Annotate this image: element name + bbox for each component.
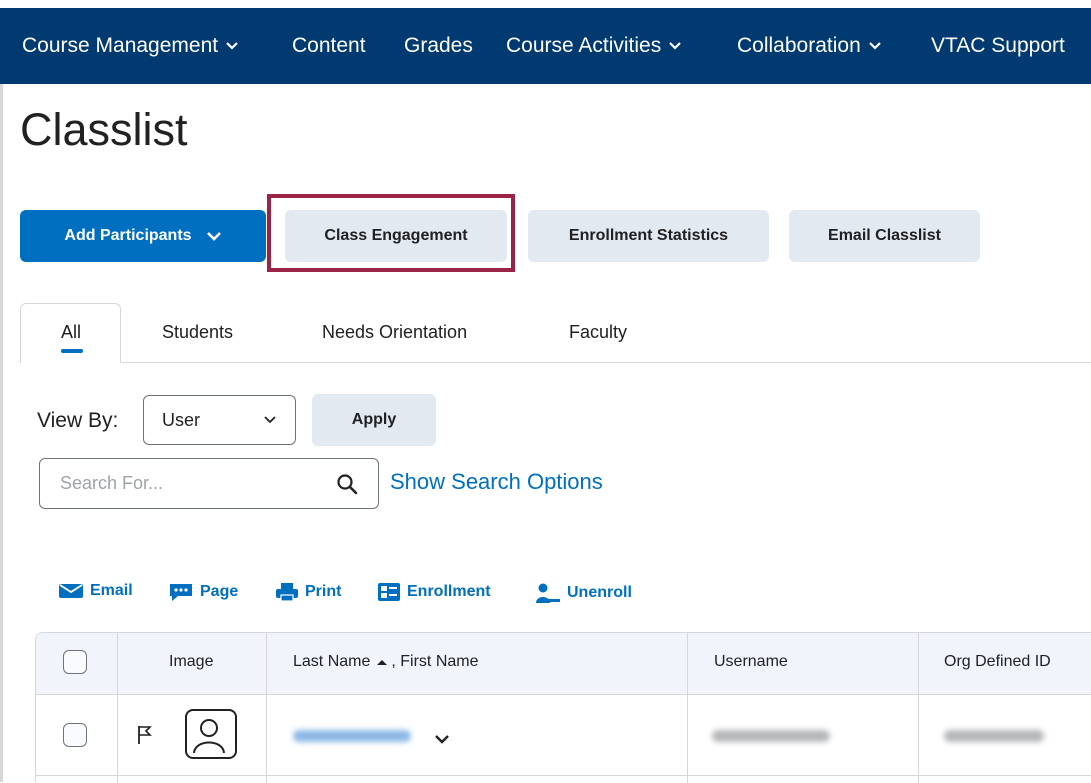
column-header-org-defined-id[interactable]: Org Defined ID (944, 653, 1051, 671)
view-by-label: View By: (37, 409, 119, 432)
org-id-value (944, 730, 1044, 742)
email-action[interactable]: Email (58, 582, 133, 600)
printer-icon (276, 583, 298, 602)
classlist-table: Image Last Name , First Name Username Or… (35, 632, 1091, 783)
column-divider (918, 633, 919, 783)
chevron-down-icon (206, 232, 221, 241)
enrollment-statistics-label: Enrollment Statistics (568, 227, 729, 244)
print-action-label: Print (305, 583, 342, 600)
column-divider (687, 633, 688, 783)
apply-label: Apply (351, 411, 397, 428)
highlight-box (267, 194, 515, 272)
sort-first-name[interactable]: , First Name (391, 653, 478, 671)
unenroll-action[interactable]: Unenroll (535, 582, 632, 604)
tab-all[interactable]: All (61, 322, 81, 343)
chevron-down-icon (868, 42, 881, 50)
tab-needs-orientation[interactable]: Needs Orientation (322, 322, 467, 343)
nav-label: Collaboration (737, 34, 861, 57)
email-classlist-label: Email Classlist (828, 227, 941, 244)
row-divider (36, 694, 1091, 695)
tabs-divider (122, 362, 1091, 363)
search-input[interactable] (58, 472, 312, 495)
tab-students[interactable]: Students (162, 322, 233, 343)
chevron-down-icon (226, 42, 238, 50)
tab-selected-indicator (61, 349, 83, 353)
username-value (712, 730, 830, 742)
nav-content[interactable]: Content (292, 34, 366, 58)
chat-bubble-icon (170, 584, 192, 601)
column-divider (117, 633, 118, 783)
enrollment-action[interactable]: Enrollment (377, 582, 491, 602)
nav-grades[interactable]: Grades (404, 34, 473, 58)
remove-user-icon (536, 583, 560, 603)
view-by-select[interactable]: User (143, 395, 296, 445)
column-header-name[interactable]: Last Name , First Name (293, 653, 479, 671)
column-header-username[interactable]: Username (714, 653, 788, 671)
envelope-icon (59, 584, 83, 598)
chevron-down-icon (669, 42, 682, 50)
email-classlist-button[interactable]: Email Classlist (789, 210, 980, 262)
add-participants-label: Add Participants (64, 227, 192, 244)
course-navbar: Course Management Content Grades Course … (0, 8, 1091, 84)
left-border (0, 84, 3, 782)
unenroll-action-label: Unenroll (567, 584, 632, 601)
user-avatar-icon (185, 709, 237, 759)
page-title: Classlist (20, 104, 188, 155)
view-by-value: User (162, 409, 201, 430)
nav-course-activities[interactable]: Course Activities (506, 34, 682, 58)
page-action-label: Page (200, 583, 239, 600)
email-action-label: Email (90, 582, 133, 599)
print-action[interactable]: Print (275, 582, 341, 602)
show-search-options-link[interactable]: Show Search Options (390, 469, 603, 495)
chevron-down-icon[interactable] (434, 734, 450, 744)
nav-label: Course Activities (506, 34, 662, 57)
column-header-image: Image (169, 653, 214, 670)
enrollment-action-label: Enrollment (407, 583, 491, 600)
nav-course-management[interactable]: Course Management (22, 34, 239, 58)
tab-faculty[interactable]: Faculty (569, 322, 627, 343)
row-checkbox[interactable] (63, 723, 87, 747)
student-name-link[interactable] (293, 730, 411, 742)
flag-icon[interactable] (137, 725, 153, 745)
nav-label: VTAC Support (931, 34, 1065, 57)
apply-button[interactable]: Apply (312, 394, 436, 446)
chevron-down-icon (264, 416, 276, 424)
sort-last-name[interactable]: Last Name (293, 653, 370, 671)
enrollment-statistics-button[interactable]: Enrollment Statistics (528, 210, 769, 262)
nav-vtac-support[interactable]: VTAC Support (931, 34, 1065, 58)
page-action[interactable]: Page (168, 582, 238, 602)
row-divider (36, 775, 1091, 776)
select-all-checkbox[interactable] (63, 650, 87, 674)
search-icon[interactable] (336, 473, 358, 495)
nav-label: Grades (404, 34, 473, 57)
sort-ascending-icon (377, 660, 388, 665)
add-participants-button[interactable]: Add Participants (20, 210, 266, 262)
column-divider (266, 633, 267, 783)
nav-label: Course Management (22, 34, 219, 57)
search-box (39, 458, 379, 509)
nav-label: Content (292, 34, 366, 57)
nav-collaboration[interactable]: Collaboration (737, 34, 882, 58)
enrollment-card-icon (378, 583, 400, 601)
